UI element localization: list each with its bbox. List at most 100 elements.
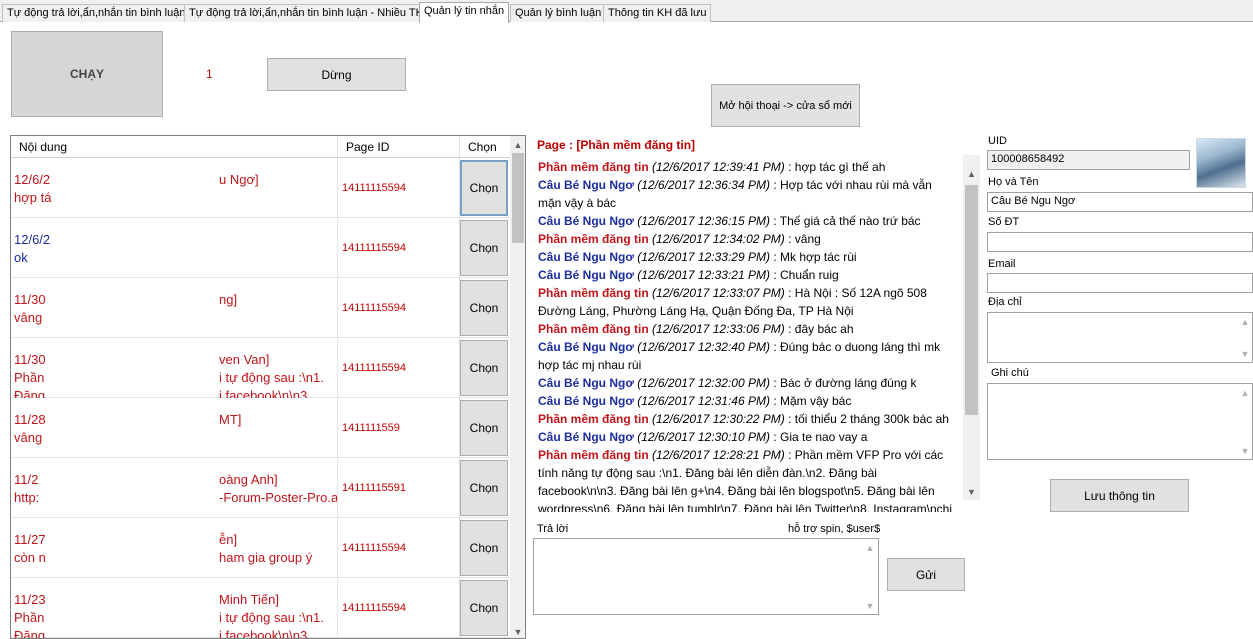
message-timestamp: (12/6/2017 12:36:15 PM) <box>637 214 770 228</box>
save-info-button[interactable]: Lưu thông tin <box>1050 479 1189 512</box>
content-cell[interactable]: 11/30 ng] vâng <box>11 278 338 338</box>
content-text-start: 12/6/2 <box>14 232 51 247</box>
message-timestamp: (12/6/2017 12:31:46 PM) <box>637 394 770 408</box>
chat-message: Câu Bé Ngu Ngơ (12/6/2017 12:32:40 PM) :… <box>538 338 956 374</box>
choose-button[interactable]: Chọn <box>460 460 508 516</box>
tab-saved-customers[interactable]: Thông tin KH đã lưu <box>603 4 712 22</box>
tab-comment-manager[interactable]: Quản lý bình luận <box>510 4 607 22</box>
reply-scrollbar[interactable]: ▲ ▼ <box>862 539 878 614</box>
table-row[interactable]: 11/23 Minh Tiến] Phần i tự động sau :\n1. Đă… <box>11 578 510 638</box>
message-sender: Câu Bé Ngu Ngơ <box>538 250 634 264</box>
email-field[interactable] <box>987 273 1253 293</box>
table-row[interactable]: 11/28 MT] vâng 1411111559 Chọn <box>11 398 510 458</box>
uid-field[interactable]: 100008658492 <box>987 150 1190 170</box>
message-text: : đây bác ah <box>784 322 854 336</box>
run-button[interactable]: CHẠY <box>11 31 163 117</box>
message-sender: Phần mềm đăng tin <box>538 412 649 426</box>
content-cell[interactable]: 11/30 ven Van] Phần i tự động sau :\n1. Đăng… <box>11 338 338 398</box>
scroll-down-icon[interactable]: ▼ <box>862 597 878 614</box>
content-text-start: Phần <box>14 370 45 385</box>
address-label: Địa chỉ <box>988 296 1022 308</box>
message-timestamp: (12/6/2017 12:33:06 PM) <box>652 322 785 336</box>
scroll-up-icon[interactable]: ▲ <box>862 539 878 556</box>
content-cell[interactable]: 11/23 Minh Tiến] Phần i tự động sau :\n1. Đă… <box>11 578 338 638</box>
content-text-end: ven Van] <box>219 352 270 367</box>
address-scrollbar[interactable]: ▲ ▼ <box>1238 313 1252 362</box>
choose-button[interactable]: Chọn <box>460 340 508 396</box>
content-text-start: vâng <box>14 430 43 445</box>
tab-auto-reply[interactable]: Tự động trả lời,ẩn,nhắn tin bình luận <box>2 4 191 22</box>
scroll-down-icon[interactable]: ▼ <box>1238 442 1252 459</box>
content-cell[interactable]: 11/27 ễn] còn n ham gia group ý <box>11 518 338 578</box>
chat-message: Phần mềm đăng tin (12/6/2017 12:28:21 PM… <box>538 446 956 512</box>
chat-scroll-thumb[interactable] <box>965 185 978 415</box>
table-row[interactable]: 11/30 ng] vâng 14111115594 Chọn <box>11 278 510 338</box>
scroll-up-icon[interactable]: ▲ <box>510 136 525 153</box>
scroll-down-icon[interactable]: ▼ <box>1238 345 1252 362</box>
name-field[interactable]: Câu Bé Ngu Ngơ <box>987 192 1253 212</box>
message-sender: Câu Bé Ngu Ngơ <box>538 340 634 354</box>
send-button[interactable]: Gửi <box>887 558 965 591</box>
grid-scroll-thumb[interactable] <box>512 153 524 243</box>
message-timestamp: (12/6/2017 12:34:02 PM) <box>652 232 785 246</box>
message-timestamp: (12/6/2017 12:33:29 PM) <box>637 250 770 264</box>
message-text: : Mk hợp tác rùi <box>769 250 857 264</box>
choose-button[interactable]: Chọn <box>460 580 508 636</box>
content-text-start: còn n <box>14 550 46 565</box>
reply-hint: hỗ trợ spin, $user$ <box>788 523 881 535</box>
note-textarea[interactable]: ▲ ▼ <box>987 383 1253 460</box>
chat-message: Câu Bé Ngu Ngơ (12/6/2017 12:33:29 PM) :… <box>538 248 956 266</box>
choose-button[interactable]: Chọn <box>460 520 508 576</box>
grid-scrollbar[interactable]: ▲ ▼ <box>510 136 525 638</box>
message-timestamp: (12/6/2017 12:36:34 PM) <box>637 178 770 192</box>
content-text-end: i tự động sau :\n1. <box>219 370 324 385</box>
tab-auto-reply-multi[interactable]: Tự động trả lời,ẩn,nhắn tin bình luận - … <box>184 4 428 22</box>
reply-textarea[interactable]: ▲ ▼ <box>533 538 879 615</box>
tab-message-manager[interactable]: Quản lý tin nhắn <box>419 2 510 23</box>
chat-scrollbar[interactable]: ▲ ▼ <box>963 155 980 500</box>
message-timestamp: (12/6/2017 12:39:41 PM) <box>652 160 785 174</box>
scroll-up-icon[interactable]: ▲ <box>963 165 980 182</box>
email-label: Email <box>988 258 1016 270</box>
table-row[interactable]: 11/30 ven Van] Phần i tự động sau :\n1. Đăng… <box>11 338 510 398</box>
content-cell[interactable]: 11/2 oàng Anh] http: -Forum-Poster-Pro.as <box>11 458 338 518</box>
table-row[interactable]: 12/6/2 ok 14111115594 Chọn <box>11 218 510 278</box>
content-cell[interactable]: 12/6/2 u Ngơ] hợp tá <box>11 158 338 218</box>
stop-button[interactable]: Dừng <box>267 58 406 91</box>
column-header-content[interactable]: Nội dung <box>11 136 338 158</box>
table-row[interactable]: 11/2 oàng Anh] http: -Forum-Poster-Pro.as 14… <box>11 458 510 518</box>
note-label: Ghi chú <box>991 367 1029 379</box>
content-text-start: 11/27 <box>14 532 46 547</box>
message-timestamp: (12/6/2017 12:32:40 PM) <box>637 340 770 354</box>
content-text-end: u Ngơ] <box>219 172 259 187</box>
column-header-choose[interactable]: Chọn <box>460 136 510 158</box>
chat-page-label: Page : [Phần mềm đăng tin] <box>537 138 696 152</box>
name-label: Họ và Tên <box>988 176 1039 188</box>
table-row[interactable]: 12/6/2 u Ngơ] hợp tá 14111115594 Chọn <box>11 158 510 218</box>
scroll-up-icon[interactable]: ▲ <box>1238 313 1252 330</box>
message-sender: Phần mềm đăng tin <box>538 286 649 300</box>
content-text-end: oàng Anh] <box>219 472 278 487</box>
column-header-page-id[interactable]: Page ID <box>338 136 460 158</box>
open-dialog-window-button[interactable]: Mở hội thoại -> cửa sổ mới <box>711 84 860 127</box>
content-text-end: ễn] <box>219 532 238 547</box>
chat-message: Câu Bé Ngu Ngơ (12/6/2017 12:32:00 PM) :… <box>538 374 956 392</box>
note-scrollbar[interactable]: ▲ ▼ <box>1238 384 1252 459</box>
scroll-down-icon[interactable]: ▼ <box>963 483 980 500</box>
phone-field[interactable] <box>987 232 1253 252</box>
choose-button[interactable]: Chọn <box>460 280 508 336</box>
choose-button[interactable]: Chọn <box>460 160 508 216</box>
content-cell[interactable]: 11/28 MT] vâng <box>11 398 338 458</box>
conversation-grid: Nội dung Page ID Chọn 12/6/2 u Ngơ] hợp tá… <box>10 135 526 639</box>
table-row[interactable]: 11/27 ễn] còn n ham gia group ý 14111115594 C… <box>11 518 510 578</box>
content-text-start: Đăng <box>14 388 46 398</box>
address-textarea[interactable]: ▲ ▼ <box>987 312 1253 363</box>
scroll-up-icon[interactable]: ▲ <box>1238 384 1252 401</box>
scroll-down-icon[interactable]: ▼ <box>510 623 525 638</box>
choose-button[interactable]: Chọn <box>460 400 508 456</box>
reply-label: Trả lời <box>537 523 569 535</box>
content-cell[interactable]: 12/6/2 ok <box>11 218 338 278</box>
choose-button[interactable]: Chọn <box>460 220 508 276</box>
message-text: : Thế giá cả thế nào trứ bác <box>769 214 921 228</box>
chat-message: Câu Bé Ngu Ngơ (12/6/2017 12:36:15 PM) :… <box>538 212 956 230</box>
